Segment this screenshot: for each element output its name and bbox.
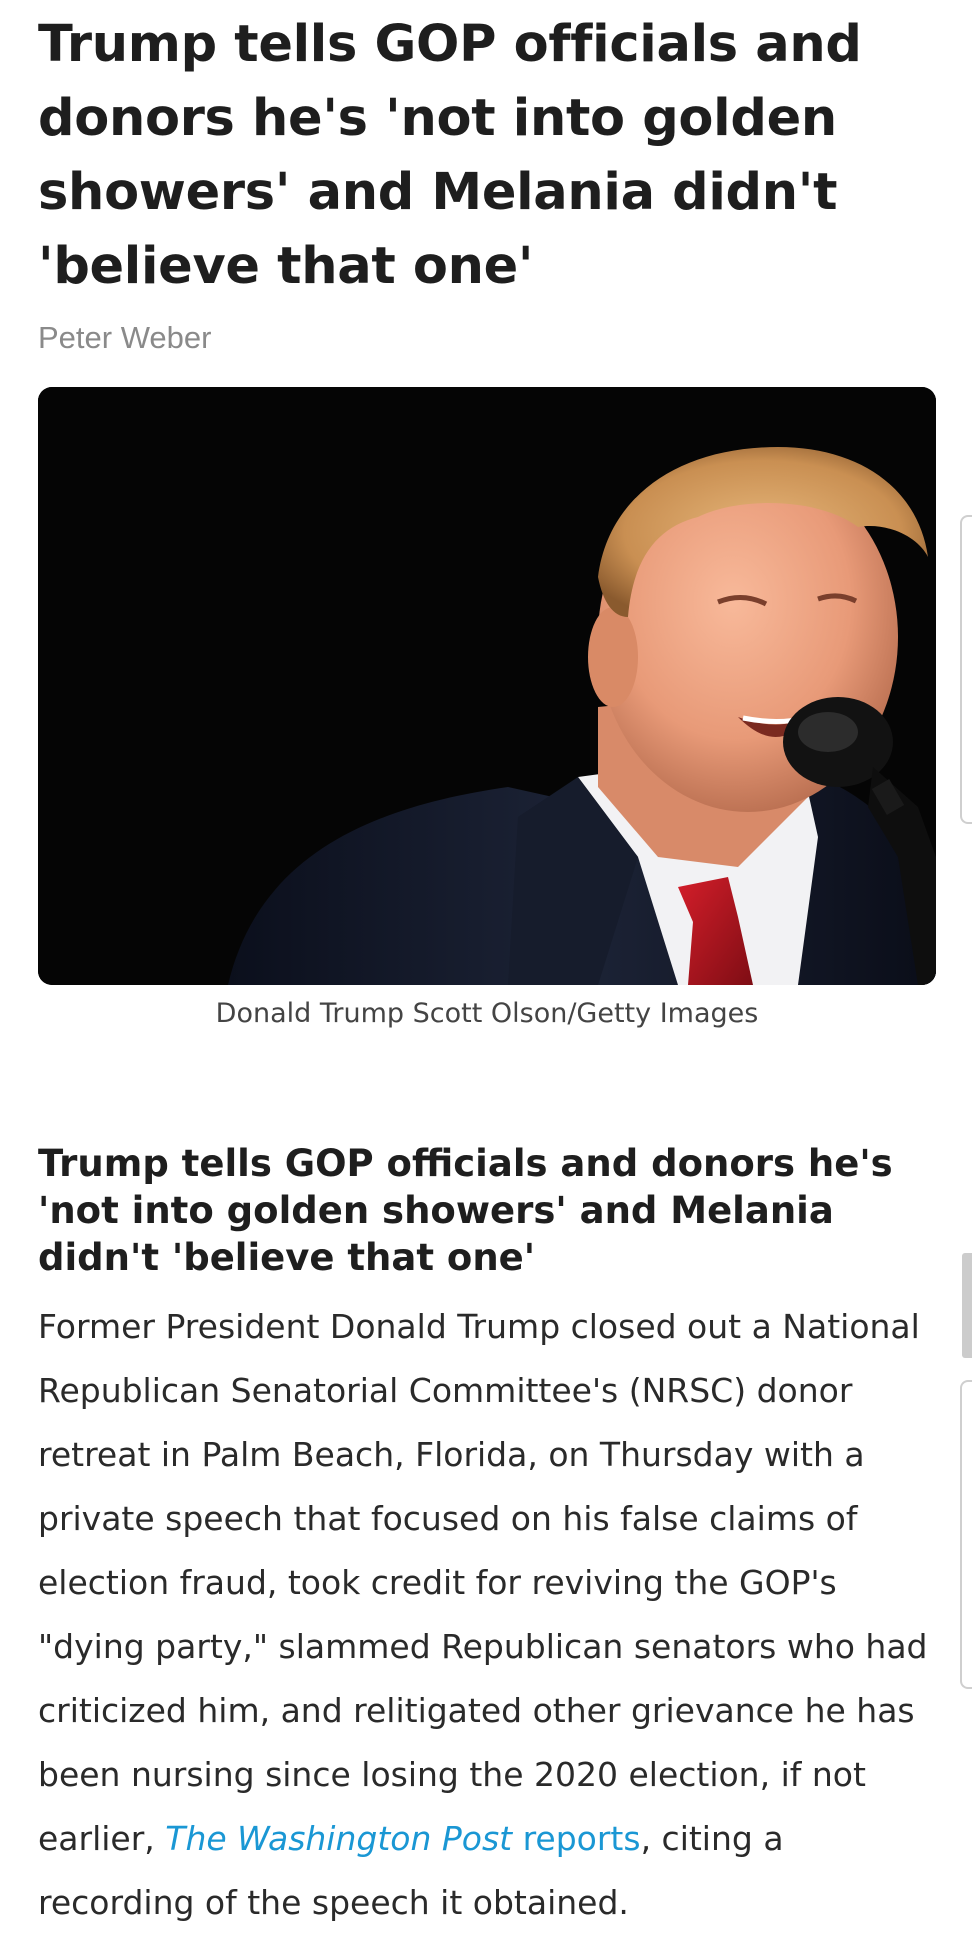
headline-line: showers' and Melania didn't bbox=[38, 163, 838, 222]
article-body: Former President Donald Trump closed out… bbox=[38, 1295, 928, 1935]
image-caption: Donald Trump Scott Olson/Getty Images bbox=[215, 998, 759, 1029]
headline-line: 'believe that one' bbox=[38, 237, 534, 296]
scrollbar-thumb[interactable] bbox=[962, 1253, 972, 1358]
article-headline: Trump tells GOP officials and donors he'… bbox=[38, 0, 898, 304]
author-byline[interactable]: Peter Weber bbox=[38, 320, 936, 356]
side-panel-handle[interactable] bbox=[960, 1380, 972, 1689]
hero-image[interactable] bbox=[38, 387, 936, 985]
link-publication: The Washington Post bbox=[165, 1819, 513, 1858]
side-panel-handle[interactable] bbox=[960, 515, 972, 824]
article: Trump tells GOP officials and donors he'… bbox=[38, 0, 936, 1922]
portrait-photo bbox=[38, 387, 936, 985]
headline-line: donors he's 'not into golden bbox=[38, 89, 837, 148]
headline-line: Trump tells GOP officials and bbox=[38, 15, 862, 74]
body-text-segment: Former President Donald Trump closed out… bbox=[38, 1307, 928, 1858]
link-suffix: reports bbox=[512, 1819, 641, 1858]
washington-post-link[interactable]: The Washington Post reports bbox=[165, 1819, 640, 1858]
article-subheadline: Trump tells GOP officials and donors he'… bbox=[38, 1142, 893, 1279]
